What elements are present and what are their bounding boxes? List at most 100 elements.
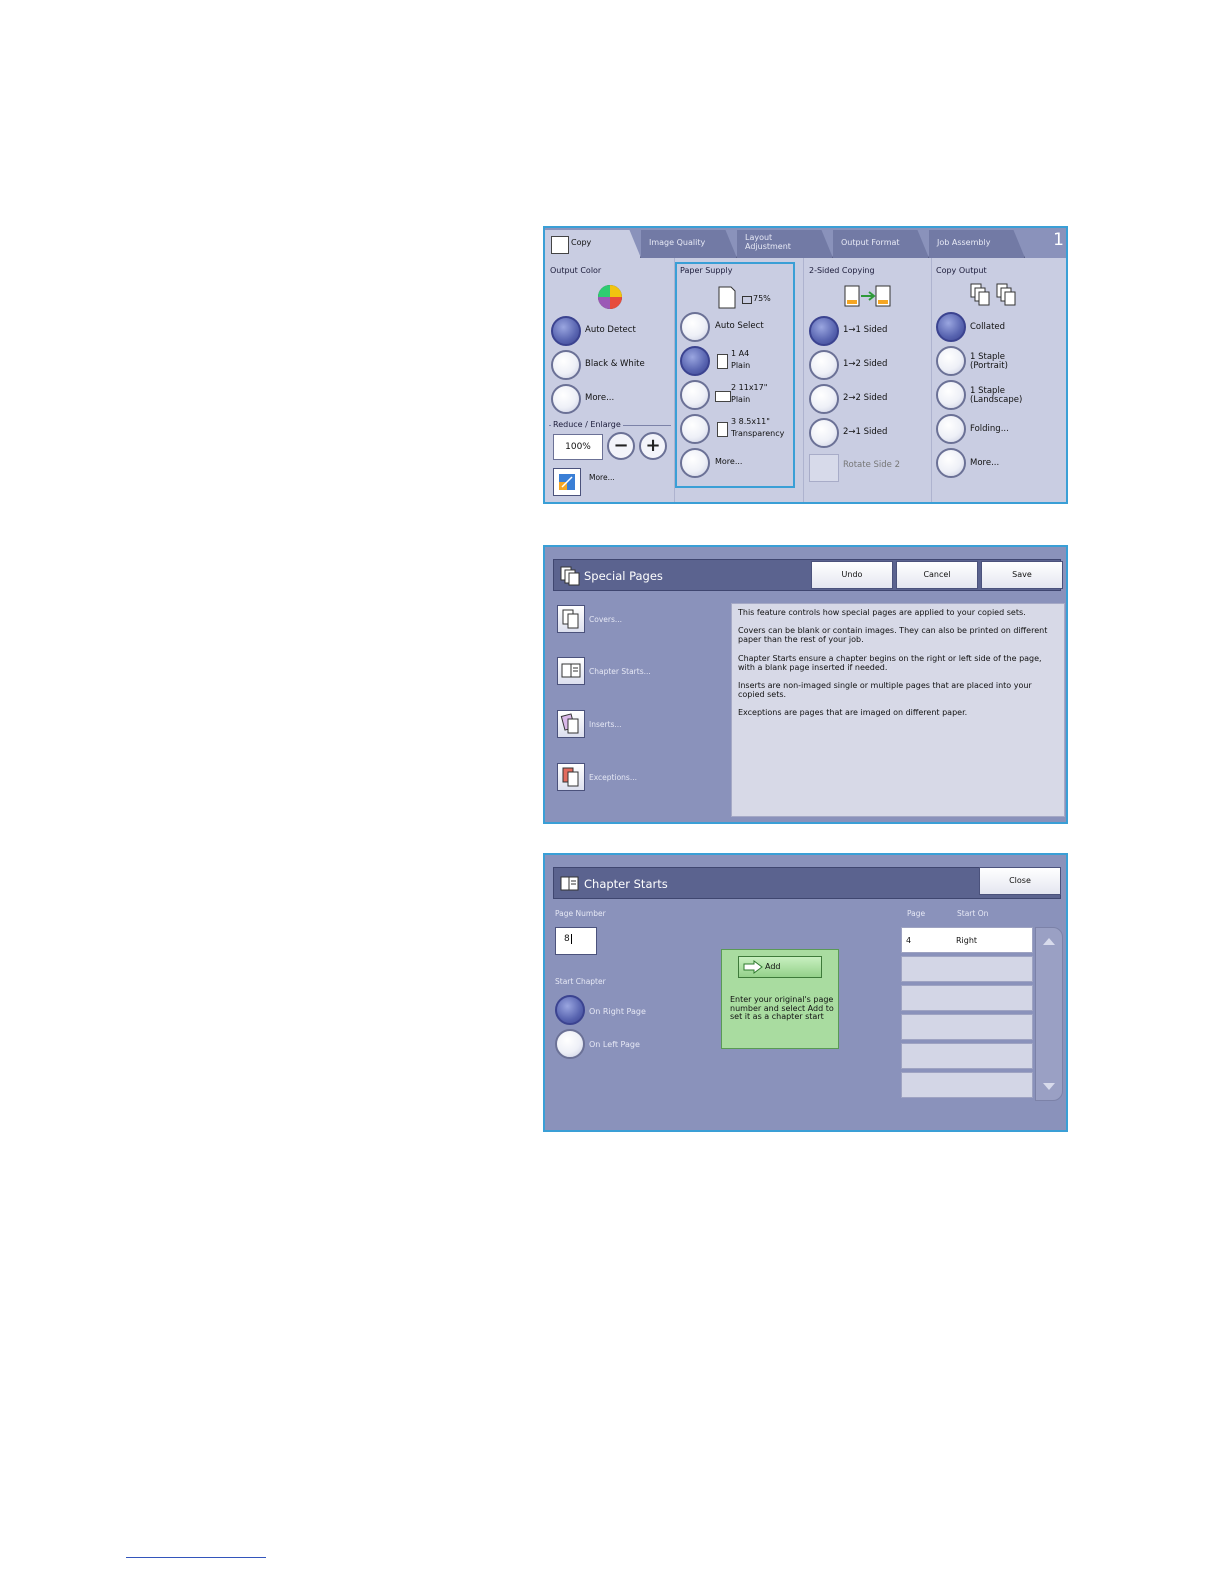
scroll-down-icon[interactable] (1042, 1082, 1056, 1092)
chapter-starts-title: Chapter Starts (584, 877, 668, 891)
reduce-enlarge-more-label: More... (589, 473, 615, 482)
special-pages-description: This feature controls how special pages … (731, 603, 1065, 817)
cancel-button[interactable]: Cancel (896, 561, 978, 589)
radio-2-1-sided[interactable] (809, 418, 839, 448)
reduce-enlarge-more-button[interactable] (553, 468, 581, 496)
rotate-side-2-label: Rotate Side 2 (843, 460, 901, 470)
divider (803, 258, 804, 502)
add-button[interactable]: Add (738, 956, 822, 978)
radio-on-left-page[interactable] (555, 1029, 585, 1059)
exceptions-label: Exceptions... (589, 773, 637, 782)
info-paragraph: Chapter Starts ensure a chapter begins o… (738, 653, 1042, 672)
reduce-enlarge-title: Reduce / Enlarge (551, 420, 623, 429)
tab-layout-adjustment[interactable]: Layout Adjustment (737, 230, 833, 258)
chapter-starts-screen: Chapter Starts Close Page Number 8 Start… (543, 853, 1068, 1132)
paper-more-label: More... (715, 457, 743, 466)
tab-count: 1 (1053, 230, 1064, 250)
page-number-label: Page Number (555, 909, 606, 918)
add-help-text: Enter your original's page number and se… (730, 995, 834, 1022)
scroll-up-icon[interactable] (1042, 936, 1056, 946)
one-one-sided-label: 1→1 Sided (843, 325, 888, 335)
radio-auto-detect[interactable] (551, 316, 581, 346)
tray-2-type: Plain (731, 395, 751, 404)
radio-folding[interactable] (936, 414, 966, 444)
tray-1-type: Plain (731, 361, 751, 370)
radio-staple-portrait[interactable] (936, 346, 966, 376)
exceptions-icon (557, 763, 585, 791)
info-paragraph: Exceptions are pages that are imaged on … (738, 708, 968, 718)
footer-rule (126, 1557, 266, 1558)
tray-icon (742, 296, 752, 304)
radio-paper-more[interactable] (680, 448, 710, 478)
arrow-right-icon (743, 960, 763, 974)
two-two-sided-label: 2→2 Sided (843, 393, 888, 403)
tab-label: Layout Adjustment (745, 233, 791, 251)
special-pages-icon (560, 566, 580, 586)
close-button[interactable]: Close (979, 867, 1061, 895)
radio-black-white[interactable] (551, 350, 581, 380)
auto-detect-label: Auto Detect (585, 325, 636, 335)
add-label: Add (765, 962, 781, 971)
sidebar-item-chapter-starts[interactable]: Chapter Starts... (557, 657, 717, 687)
tray-1-label: 1 A4 (731, 349, 750, 358)
staple-landscape-sub: (Landscape) (970, 395, 1023, 405)
radio-color-more[interactable] (551, 384, 581, 414)
sidebar-item-inserts[interactable]: Inserts... (557, 710, 717, 740)
row-start-on: Right (956, 936, 978, 945)
tab-image-quality[interactable]: Image Quality (641, 230, 737, 258)
tab-label: Copy (571, 238, 592, 247)
radio-output-more[interactable] (936, 448, 966, 478)
reduce-button[interactable]: − (607, 432, 635, 460)
reduce-enlarge-value[interactable]: 100% (553, 434, 603, 460)
one-two-sided-label: 1→2 Sided (843, 359, 888, 369)
radio-collated[interactable] (936, 312, 966, 342)
table-row[interactable] (901, 956, 1033, 982)
tab-label: Image Quality (649, 238, 706, 247)
staple-portrait-sub: (Portrait) (970, 361, 1008, 371)
radio-on-right-page[interactable] (555, 995, 585, 1025)
scrollbar[interactable] (1035, 927, 1063, 1101)
radio-1-1-sided[interactable] (809, 316, 839, 346)
info-paragraph: Covers can be blank or contain images. T… (738, 626, 1048, 645)
undo-button[interactable]: Undo (811, 561, 893, 589)
radio-tray-1[interactable] (680, 346, 710, 376)
enlarge-button[interactable]: + (639, 432, 667, 460)
radio-auto-select[interactable] (680, 312, 710, 342)
two-sided-title: 2-Sided Copying (809, 266, 875, 275)
radio-staple-landscape[interactable] (936, 380, 966, 410)
inserts-icon (557, 710, 585, 738)
rotate-side-2-checkbox[interactable] (809, 454, 839, 482)
output-more-label: More... (970, 458, 1000, 468)
color-wheel-icon (598, 285, 622, 309)
color-more-label: More... (585, 393, 615, 403)
info-paragraph: This feature controls how special pages … (738, 608, 1026, 617)
page-number-value: 8 (564, 934, 570, 944)
radio-tray-3[interactable] (680, 414, 710, 444)
tab-copy[interactable]: Copy (545, 230, 641, 258)
table-row[interactable]: 4 Right (901, 927, 1033, 953)
paper-page-icon (718, 286, 736, 309)
radio-tray-2[interactable] (680, 380, 710, 410)
on-right-page-label: On Right Page (589, 1007, 646, 1016)
tab-job-assembly[interactable]: Job Assembly (929, 230, 1025, 258)
table-row[interactable] (901, 1072, 1033, 1098)
radio-2-2-sided[interactable] (809, 384, 839, 414)
sidebar-item-covers[interactable]: Covers... (557, 605, 717, 635)
page-number-input[interactable]: 8 (555, 927, 597, 955)
duplex-icon (844, 285, 891, 307)
sidebar-item-exceptions[interactable]: Exceptions... (557, 763, 717, 793)
inserts-label: Inserts... (589, 720, 622, 729)
collated-sets-icon (970, 283, 1016, 306)
tab-output-format[interactable]: Output Format (833, 230, 929, 258)
on-left-page-label: On Left Page (589, 1040, 640, 1049)
paper-supply-title: Paper Supply (680, 266, 733, 275)
table-row[interactable] (901, 1014, 1033, 1040)
save-button[interactable]: Save (981, 561, 1063, 589)
add-chapter-panel: Add Enter your original's page number an… (721, 949, 839, 1049)
table-row[interactable] (901, 985, 1033, 1011)
portrait-paper-icon (717, 422, 728, 437)
tray-3-label: 3 8.5x11" (731, 417, 770, 426)
table-row[interactable] (901, 1043, 1033, 1069)
radio-1-2-sided[interactable] (809, 350, 839, 380)
covers-label: Covers... (589, 615, 623, 624)
